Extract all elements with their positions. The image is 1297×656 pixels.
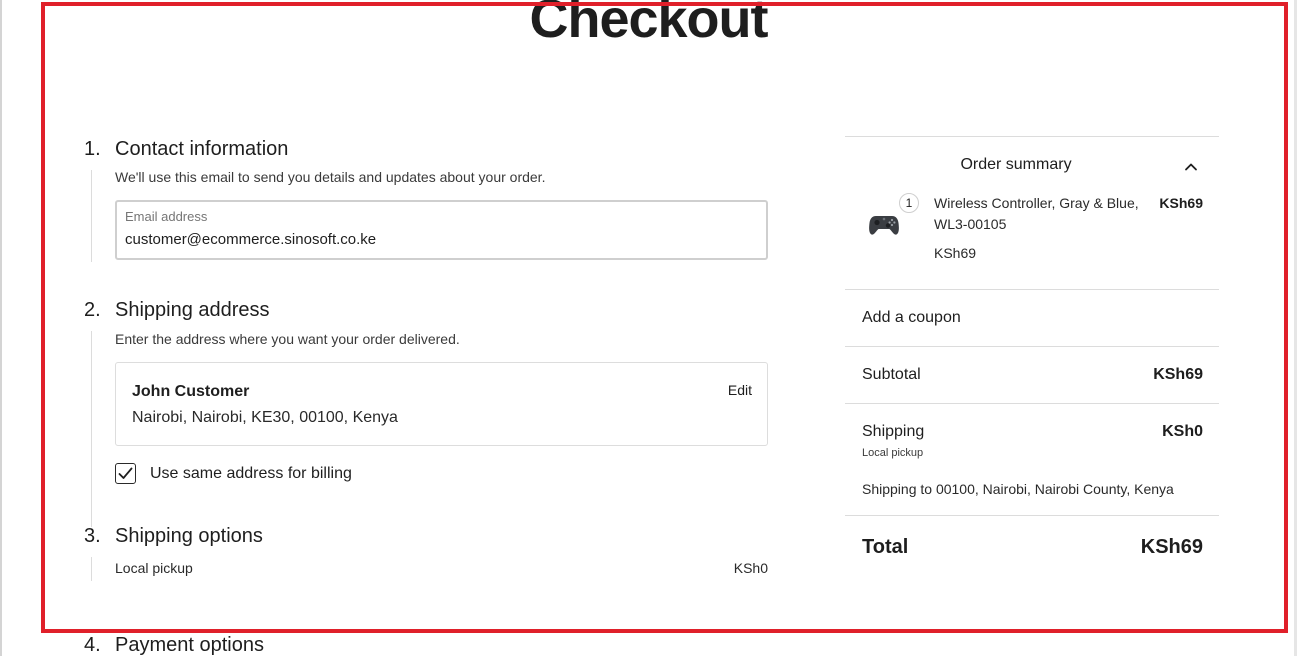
order-summary-title[interactable]: Order summary [845,156,1187,174]
shipping-options-step: 3. Shipping options Local pickup KSh0 [84,525,774,585]
step-rail [91,170,92,262]
shipping-label: Shipping [862,423,925,440]
step-rail [91,557,92,581]
billing-checkbox-row[interactable]: Use same address for billing [115,463,352,484]
shipping-address-step: 2. Shipping address Enter the address wh… [84,299,774,527]
step-number: 2. [84,299,101,321]
gamepad-icon [869,216,899,235]
step-title: Contact information [115,138,289,160]
step-number: 1. [84,138,101,160]
billing-checkbox-label: Use same address for billing [150,464,352,482]
shipping-value: KSh0 [1162,423,1203,440]
subtotal-label: Subtotal [862,366,921,383]
step-header: 2. Shipping address [84,299,774,322]
step-number: 3. [84,525,101,547]
step-header: 3. Shipping options [84,525,774,548]
checkmark-icon [118,467,133,479]
shipping-destination: Shipping to 00100, Nairobi, Nairobi Coun… [862,481,1174,497]
page-title: Checkout [529,0,768,49]
add-coupon-link[interactable]: Add a coupon [862,309,961,327]
item-name: Wireless Controller, Gray & Blue, WL3-00… [934,195,1139,232]
item-quantity-badge: 1 [899,193,919,213]
shipping-method: Local pickup [862,447,924,459]
total-label: Total [862,536,909,558]
step-number: 4. [84,634,101,656]
total-value: KSh69 [1140,536,1203,558]
address-card: John Customer Nairobi, Nairobi, KE30, 00… [115,362,768,446]
contact-information-step: 1. Contact information We'll use this em… [84,138,774,262]
window-left-edge [0,0,2,656]
item-unit-price: KSh69 [934,245,977,261]
shipping-option-price: KSh0 [733,560,768,576]
divider [845,515,1219,516]
email-field[interactable]: Email address [115,200,768,260]
email-field-label: Email address [125,209,208,224]
edit-address-link[interactable]: Edit [728,382,752,398]
step-title: Shipping address [115,299,270,321]
item-total-price: KSh69 [1159,195,1203,211]
shipping-option-row[interactable]: Local pickup KSh0 [115,560,768,576]
payment-options-step: 4. Payment options [84,634,774,656]
step-header: 4. Payment options [84,634,774,656]
step-title: Shipping options [115,525,263,547]
chevron-up-icon[interactable] [1184,162,1198,171]
divider [845,289,1219,290]
address-name: John Customer [132,383,250,400]
billing-checkbox[interactable] [115,463,136,484]
step-title: Payment options [115,634,264,656]
address-line: Nairobi, Nairobi, KE30, 00100, Kenya [132,409,398,426]
email-input[interactable] [125,231,745,248]
step-description: We'll use this email to send you details… [115,169,546,185]
step-header: 1. Contact information [84,138,774,161]
subtotal-value: KSh69 [1153,366,1203,383]
shipping-option-label: Local pickup [115,560,193,576]
step-rail [91,331,92,527]
divider [845,403,1219,404]
step-description: Enter the address where you want your or… [115,331,460,347]
divider [845,136,1219,137]
divider [845,346,1219,347]
